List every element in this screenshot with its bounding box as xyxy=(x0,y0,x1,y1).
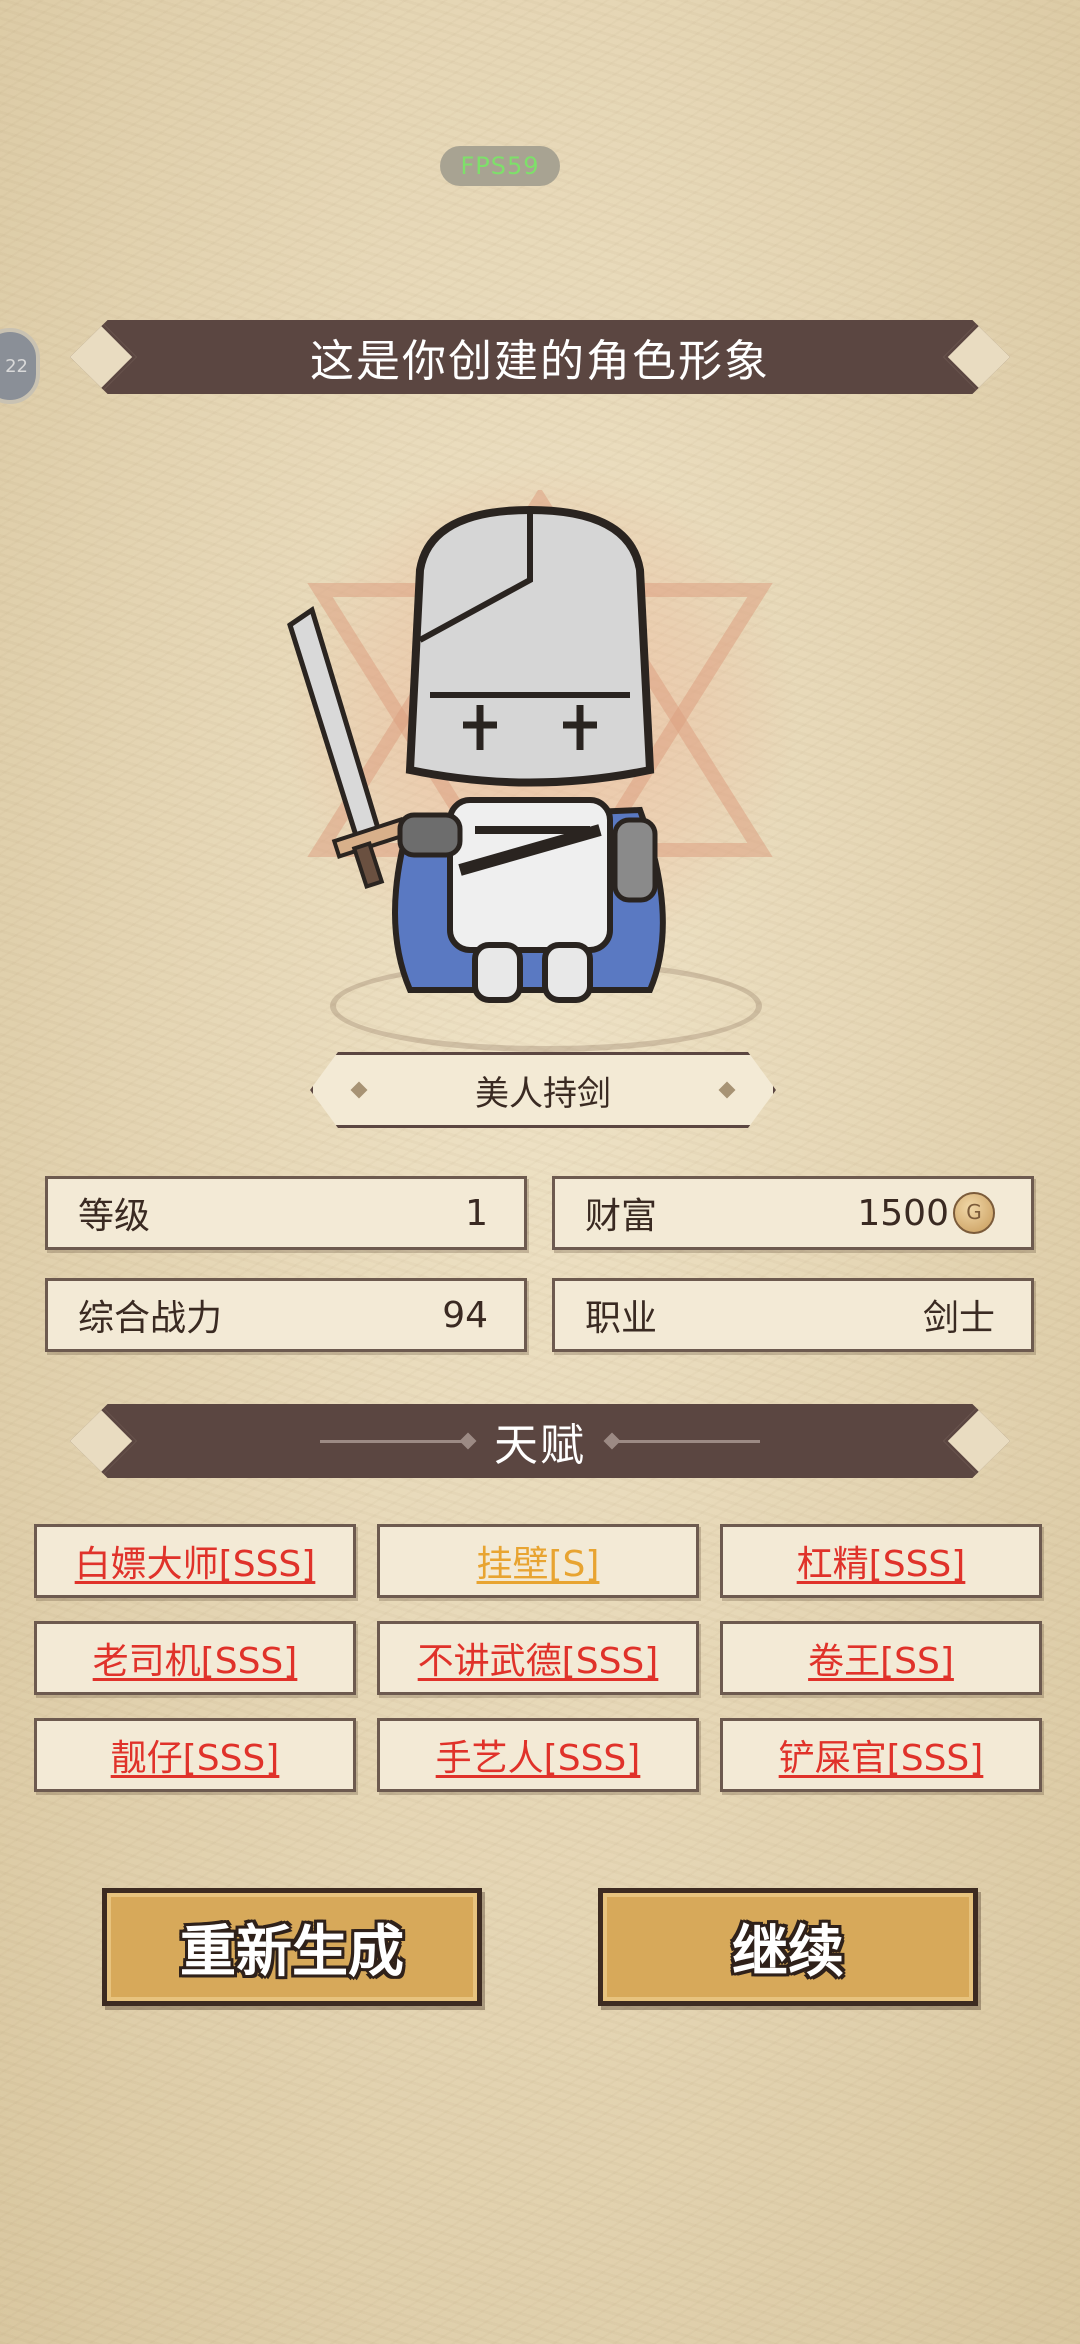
divider xyxy=(610,1439,760,1443)
stat-value: 1500 xyxy=(857,1192,949,1234)
stat-label: 综合战力 xyxy=(78,1298,223,1339)
talent-item[interactable]: 铲屎官[SSS] xyxy=(720,1718,1042,1792)
continue-button[interactable]: 继续 xyxy=(598,1888,978,2006)
stat-level: 等级 1 xyxy=(45,1176,527,1250)
regenerate-button[interactable]: 重新生成 xyxy=(102,1888,482,2006)
stat-label: 职业 xyxy=(585,1298,658,1339)
talent-item[interactable]: 不讲武德[SSS] xyxy=(377,1621,699,1695)
banner-ornament-icon xyxy=(943,1404,1010,1478)
character-name-plate: 美人持剑 xyxy=(310,1052,776,1128)
section-title: 天赋 xyxy=(494,1420,586,1471)
title-banner: 这是你创建的角色形象 xyxy=(70,320,1010,394)
stat-label: 等级 xyxy=(78,1196,151,1237)
talent-item[interactable]: 靓仔[SSS] xyxy=(34,1718,356,1792)
floating-side-badge[interactable]: 22 xyxy=(0,328,40,404)
banner-ornament-icon xyxy=(70,320,137,394)
talent-item[interactable]: 挂壁[S] xyxy=(377,1524,699,1598)
talent-item[interactable]: 白嫖大师[SSS] xyxy=(34,1524,356,1598)
stat-value: 1 xyxy=(465,1192,488,1234)
character-portrait xyxy=(260,450,820,1052)
knight-character-icon xyxy=(287,505,666,1003)
stat-label: 财富 xyxy=(585,1196,658,1237)
gold-coin-icon: G xyxy=(953,1192,995,1234)
talent-item[interactable]: 卷王[SS] xyxy=(720,1621,1042,1695)
character-name: 美人持剑 xyxy=(475,1073,611,1114)
banner-ornament-icon xyxy=(70,1404,137,1478)
divider xyxy=(320,1439,470,1443)
talent-item[interactable]: 老司机[SSS] xyxy=(34,1621,356,1695)
stat-value: 94 xyxy=(442,1294,488,1336)
fps-counter: FPS59 xyxy=(440,146,560,186)
talent-item[interactable]: 手艺人[SSS] xyxy=(377,1718,699,1792)
page-title: 这是你创建的角色形象 xyxy=(310,336,770,387)
stat-class: 职业 剑士 xyxy=(552,1278,1034,1352)
talents-banner: 天赋 xyxy=(70,1404,1010,1478)
stat-value: 剑士 xyxy=(922,1298,995,1339)
stat-power: 综合战力 94 xyxy=(45,1278,527,1352)
stat-wealth: 财富 1500 G xyxy=(552,1176,1034,1250)
banner-ornament-icon xyxy=(943,320,1010,394)
talent-item[interactable]: 杠精[SSS] xyxy=(720,1524,1042,1598)
